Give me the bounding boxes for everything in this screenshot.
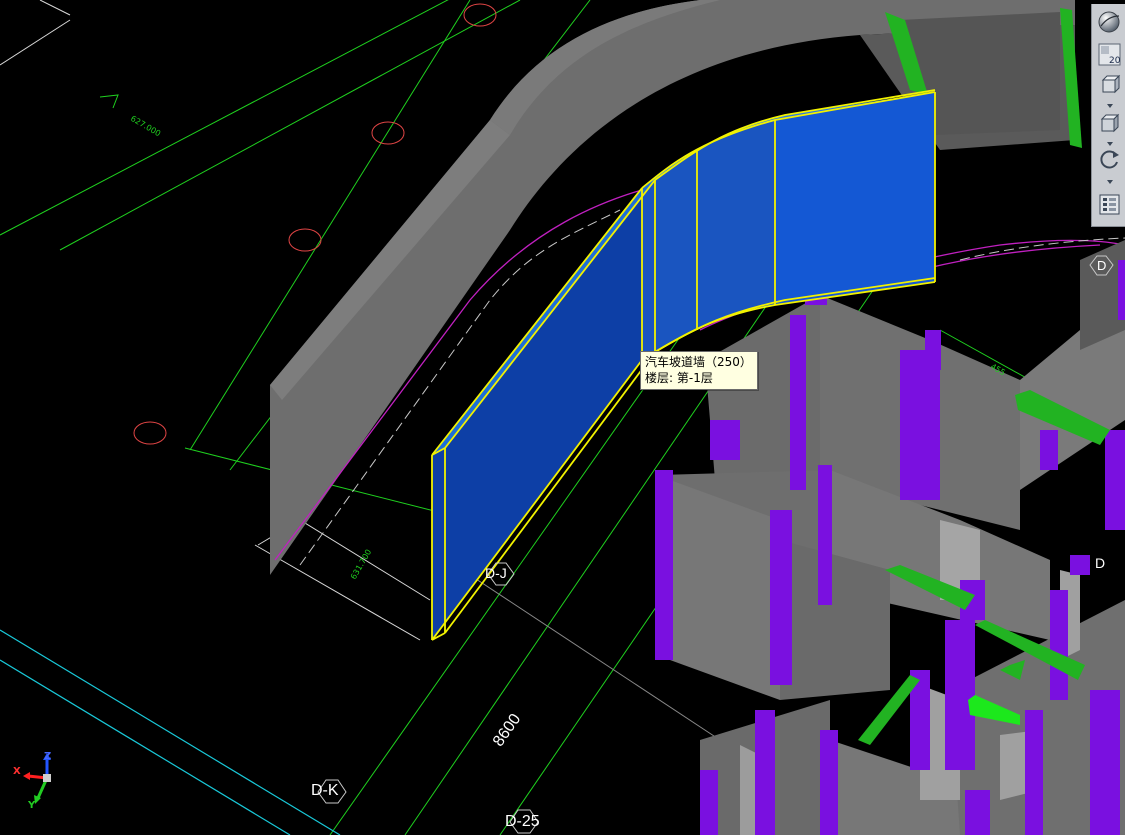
- display-settings-icon[interactable]: [1097, 192, 1122, 217]
- axis-y-label: Y: [28, 800, 36, 811]
- navigation-sphere-icon[interactable]: [1097, 10, 1122, 35]
- zoom-level-label: 20: [1109, 56, 1121, 66]
- box-dropdown-chevron-icon[interactable]: [1097, 135, 1122, 146]
- box-mode-icon[interactable]: [1097, 110, 1122, 135]
- axis-x-label: X: [13, 766, 21, 777]
- view-dropdown-chevron-icon[interactable]: [1097, 97, 1122, 108]
- 3d-viewport[interactable]: 627.000 631.700 455: [0, 0, 1125, 835]
- view-cube-icon[interactable]: [1097, 72, 1122, 97]
- rotate-icon[interactable]: [1097, 147, 1122, 172]
- element-tooltip: 汽车坡道墙（250） 楼层: 第-1层: [640, 351, 758, 390]
- grid-label-d25: D-25: [505, 813, 540, 830]
- grid-label-dk: D-K: [311, 782, 339, 799]
- grid-label-dj: D-J: [485, 565, 507, 581]
- zoom-level-button[interactable]: 20: [1097, 42, 1122, 67]
- rotate-dropdown-chevron-icon[interactable]: [1097, 173, 1122, 184]
- axis-z-label: Z: [44, 751, 52, 762]
- view-toolbar: 20: [1091, 4, 1125, 227]
- tooltip-floor: 楼层: 第-1层: [645, 371, 713, 385]
- grid-label-d-right-top: D: [1097, 258, 1107, 273]
- tooltip-title: 汽车坡道墙（250）: [645, 355, 752, 369]
- grid-label-d-right-mid: D: [1095, 555, 1106, 571]
